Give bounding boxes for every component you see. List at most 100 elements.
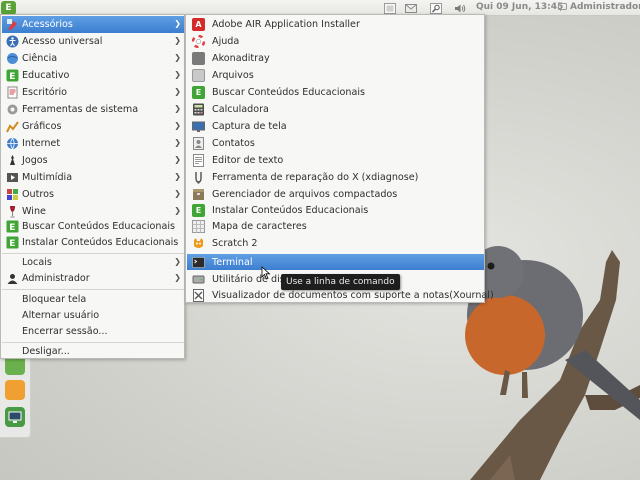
category-outros[interactable]: Outros ❯ [2, 186, 184, 203]
category-label: Acessórios [22, 19, 73, 30]
app-label: Calculadora [212, 103, 269, 115]
other-icon [6, 188, 19, 201]
search-icon[interactable] [430, 2, 442, 14]
files-icon [192, 68, 205, 82]
chevron-right-icon: ❯ [174, 257, 181, 266]
category-internet[interactable]: Internet ❯ [2, 135, 184, 152]
app-akonaditray[interactable]: Akonaditray [187, 50, 484, 66]
category-label: Internet [22, 138, 61, 149]
menu-administrador[interactable]: Administrador ❯ [2, 270, 184, 287]
app-calculadora[interactable]: Calculadora [187, 101, 484, 117]
terminal-tooltip: Use a linha de comando [281, 274, 400, 290]
svg-text:E: E [9, 239, 15, 249]
app-ajuda[interactable]: Ajuda [187, 33, 484, 49]
app-xdiagnose[interactable]: Ferramenta de reparação do X (xdiagnose) [187, 169, 484, 185]
category-ferramentas-de-sistema[interactable]: Ferramentas de sistema ❯ [2, 101, 184, 118]
category-acessorios[interactable]: Acessórios ❯ [2, 16, 184, 33]
app-buscar-conteudos[interactable]: E Buscar Conteúdos Educacionais [187, 84, 484, 100]
app-label: Mapa de caracteres [212, 220, 307, 232]
office-icon [6, 86, 19, 99]
applications-menu: Acessórios ❯ Acesso universal ❯ Ciência … [0, 14, 185, 359]
app-adobe-air-installer[interactable]: A Adobe AIR Application Installer [187, 16, 484, 32]
app-terminal[interactable]: Terminal [187, 254, 484, 270]
svg-text:E: E [9, 223, 15, 233]
chat-bubble-icon [558, 2, 567, 11]
menu-instalar-conteudos[interactable]: E Instalar Conteúdos Educacionais [2, 234, 184, 251]
chevron-right-icon: ❯ [174, 36, 181, 45]
app-label: Arquivos [212, 69, 254, 81]
scratch-cat-icon [192, 237, 205, 250]
menu-item-label: Locais [22, 257, 52, 268]
chevron-right-icon: ❯ [174, 53, 181, 62]
chevron-right-icon: ❯ [174, 138, 181, 147]
category-ciencia[interactable]: Ciência ❯ [2, 50, 184, 67]
mail-icon[interactable] [405, 3, 417, 14]
category-label: Ciência [22, 53, 58, 64]
edu-e-icon: E [192, 203, 205, 217]
category-acesso-universal[interactable]: Acesso universal ❯ [2, 33, 184, 50]
contacts-icon [192, 136, 205, 150]
xdiagnose-icon [192, 171, 205, 184]
menu-separator [2, 289, 184, 290]
internet-icon [6, 137, 19, 150]
chevron-right-icon: ❯ [174, 189, 181, 198]
category-label: Gráficos [22, 121, 62, 132]
menu-bloquear-tela[interactable]: Bloquear tela [2, 291, 184, 308]
chevron-right-icon: ❯ [174, 273, 181, 282]
chevron-right-icon: ❯ [174, 121, 181, 130]
app-scratch-2[interactable]: Scratch 2 [187, 235, 484, 251]
app-label: Akonaditray [212, 52, 270, 64]
app-label: Gerenciador de arquivos compactados [212, 188, 398, 200]
app-label: Buscar Conteúdos Educacionais [212, 86, 366, 98]
chevron-right-icon: ❯ [174, 70, 181, 79]
menu-item-label: Instalar Conteúdos Educacionais [22, 237, 179, 248]
category-label: Ferramentas de sistema [22, 104, 139, 115]
ubuntu-edu-menu-icon[interactable]: E [1, 1, 16, 15]
category-educativo[interactable]: E Educativo ❯ [2, 67, 184, 84]
category-jogos[interactable]: Jogos ❯ [2, 152, 184, 169]
menu-desligar[interactable]: Desligar... [2, 343, 184, 360]
menu-locais[interactable]: Locais ❯ [2, 254, 184, 271]
app-arquivos[interactable]: Arquivos [187, 67, 484, 83]
category-label: Wine [22, 206, 46, 217]
menu-item-label: Alternar usuário [22, 310, 100, 321]
app-editor-de-texto[interactable]: Editor de texto [187, 152, 484, 168]
user-name: Administrador [570, 2, 640, 12]
menu-alternar-usuario[interactable]: Alternar usuário [2, 307, 184, 324]
menu-item-label: Encerrar sessão... [22, 326, 108, 337]
system-tools-icon [6, 103, 19, 116]
help-lifebuoy-icon [192, 34, 205, 48]
workspace-icon[interactable] [384, 2, 396, 14]
mouse-cursor-icon [261, 266, 271, 280]
app-label: Adobe AIR Application Installer [212, 18, 360, 30]
terminal-icon [192, 256, 205, 269]
menu-buscar-conteudos[interactable]: E Buscar Conteúdos Educacionais [2, 218, 184, 235]
edu-e-icon: E [6, 236, 19, 249]
menu-item-label: Buscar Conteúdos Educacionais [22, 221, 176, 232]
app-gerenciador-arquivos-compactados[interactable]: Gerenciador de arquivos compactados [187, 186, 484, 202]
app-mapa-de-caracteres[interactable]: Mapa de caracteres [187, 218, 484, 234]
app-label: Captura de tela [212, 120, 287, 132]
app-instalar-conteudos[interactable]: E Instalar Conteúdos Educacionais [187, 202, 484, 218]
menu-encerrar-sessao[interactable]: Encerrar sessão... [2, 323, 184, 340]
user-menu[interactable]: Administrador [558, 2, 640, 12]
category-label: Acesso universal [22, 36, 103, 47]
category-graficos[interactable]: Gráficos ❯ [2, 118, 184, 135]
app-contatos[interactable]: Contatos [187, 135, 484, 151]
app-captura-de-tela[interactable]: Captura de tela [187, 118, 484, 134]
accessories-submenu: A Adobe AIR Application Installer Ajuda … [185, 14, 494, 303]
chevron-right-icon: ❯ [174, 19, 181, 28]
science-icon [6, 52, 19, 65]
category-label: Educativo [22, 70, 70, 81]
monitor-icon[interactable] [5, 407, 25, 427]
disk-utility-icon [192, 273, 205, 286]
text-editor-icon [192, 153, 205, 167]
volume-icon[interactable] [454, 3, 466, 14]
category-escritorio[interactable]: Escritório ❯ [2, 84, 184, 101]
category-multimidia[interactable]: Multimídia ❯ [2, 169, 184, 186]
accessories-icon [6, 18, 19, 31]
clock[interactable]: Qui 09 Jun, 13:45 [476, 2, 563, 12]
universal-access-icon [6, 35, 19, 48]
wine-icon [6, 205, 19, 218]
folder-icon[interactable] [5, 380, 25, 400]
